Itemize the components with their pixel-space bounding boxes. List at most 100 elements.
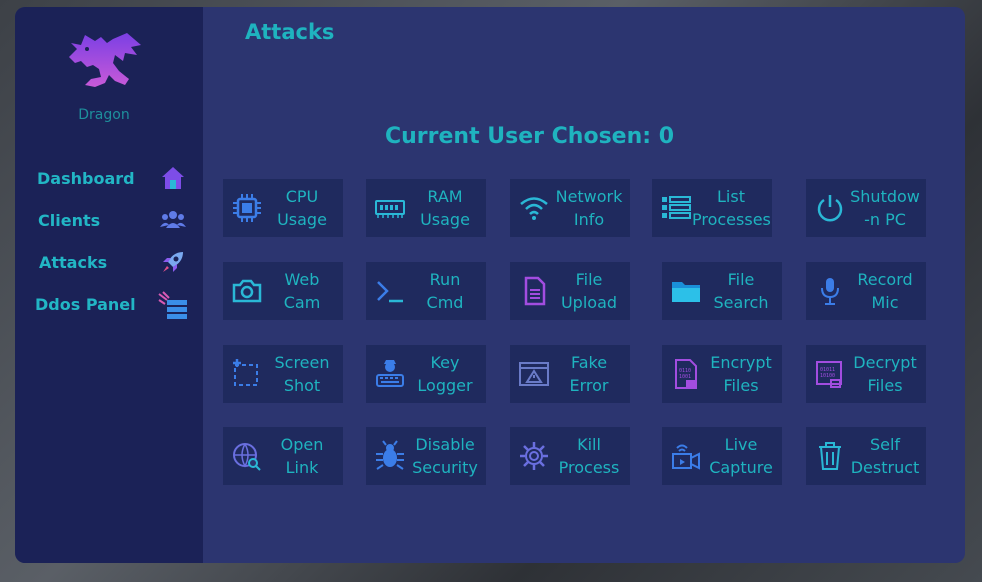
button-label-line2: Process (558, 458, 620, 477)
sidebar-item-dashboard[interactable]: Dashboard (15, 164, 203, 194)
sidebar-item-label: Clients (38, 211, 101, 230)
file-upload-button[interactable]: File Upload (510, 262, 630, 320)
button-label: Network Info (550, 185, 628, 231)
keylogger-icon (376, 360, 404, 387)
button-label-line2: -n PC (864, 210, 906, 229)
button-label: Decrypt Files (846, 351, 924, 397)
button-label-line1: Run (429, 270, 461, 289)
current-user-label: Current User Chosen: 0 (385, 124, 675, 149)
disable-security-button[interactable]: Disable Security (366, 427, 486, 485)
button-label: Shutdow -n PC (846, 185, 924, 231)
button-label-line1: Record (857, 270, 913, 289)
warning-window-icon (519, 362, 549, 386)
sidebar-item-label: Ddos Panel (35, 295, 136, 314)
button-label-line1: Encrypt (710, 353, 772, 372)
wifi-icon (520, 197, 548, 220)
button-label: Live Capture (702, 433, 780, 479)
svg-text:10100: 10100 (820, 373, 835, 379)
button-label-line2: Files (723, 376, 759, 395)
button-label: Run Cmd (406, 268, 484, 314)
button-label-line1: File (727, 270, 755, 289)
sidebar-item-label: Attacks (39, 253, 108, 272)
dragon-logo-icon (69, 33, 141, 87)
sidebar: Dragon Dashboard Clients Attacks Ddos Pa… (15, 7, 203, 563)
button-label-line2: Mic (871, 293, 899, 312)
page-title: Attacks (245, 20, 335, 44)
rocket-icon (163, 252, 183, 272)
button-label-line1: Open (280, 435, 324, 454)
self-destruct-button[interactable]: Self Destruct (806, 427, 926, 485)
video-camera-icon (672, 444, 700, 470)
button-label-line1: Disable (415, 435, 475, 454)
file-search-button[interactable]: File Search (662, 262, 782, 320)
button-label-line2: Info (573, 210, 605, 229)
button-label: File Search (702, 268, 780, 314)
button-label-line2: Link (285, 458, 319, 477)
button-label: Kill Process (550, 433, 628, 479)
network-info-button[interactable]: Network Info (510, 179, 630, 237)
file-icon (524, 276, 546, 306)
sidebar-item-attacks[interactable]: Attacks (15, 248, 203, 278)
button-label-line1: Fake (570, 353, 608, 372)
button-label-line1: Shutdow (850, 187, 920, 206)
button-label: Open Link (263, 433, 341, 479)
sidebar-item-ddos-panel[interactable]: Ddos Panel (15, 290, 203, 320)
globe-search-icon (233, 443, 261, 471)
power-icon (817, 195, 843, 222)
button-label: Screen Shot (263, 351, 341, 397)
screenshot-icon (233, 359, 258, 386)
fake-error-button[interactable]: Fake Error (510, 345, 630, 403)
button-label-line2: Logger (417, 376, 473, 395)
folder-icon (672, 282, 700, 302)
encrypt-files-button[interactable]: 0110 1001 Encrypt Files (662, 345, 782, 403)
decrypt-files-button[interactable]: 01011 10100 Decrypt Files (806, 345, 926, 403)
gear-icon (520, 442, 548, 470)
button-label-line2: Usage (420, 210, 470, 229)
trash-icon (819, 442, 841, 470)
button-label-line1: RAM (427, 187, 463, 206)
sidebar-item-label: Dashboard (37, 169, 135, 188)
open-link-button[interactable]: Open Link (223, 427, 343, 485)
ram-icon (375, 200, 405, 218)
button-label: Key Logger (406, 351, 484, 397)
cpu-usage-button[interactable]: CPU Usage (223, 179, 343, 237)
button-label: RAM Usage (406, 185, 484, 231)
button-label-line2: Cmd (426, 293, 464, 312)
button-label-line2: Files (867, 376, 903, 395)
run-cmd-button[interactable]: Run Cmd (366, 262, 486, 320)
home-icon (162, 167, 184, 189)
button-label-line1: Live (724, 435, 758, 454)
button-label-line1: Decrypt (853, 353, 917, 372)
app-name: Dragon (78, 107, 130, 123)
button-label-line1: CPU (285, 187, 319, 206)
ram-usage-button[interactable]: RAM Usage (366, 179, 486, 237)
bug-icon (376, 440, 404, 470)
web-cam-button[interactable]: Web Cam (223, 262, 343, 320)
button-label: Encrypt Files (702, 351, 780, 397)
list-processes-button[interactable]: List Processes (652, 179, 772, 237)
button-label-line2: Cam (283, 293, 321, 312)
terminal-icon (377, 281, 403, 303)
key-logger-button[interactable]: Key Logger (366, 345, 486, 403)
button-label-line1: Kill (577, 435, 601, 454)
sidebar-item-clients[interactable]: Clients (15, 206, 203, 236)
button-label-line2: Shot (283, 376, 321, 395)
microphone-icon (821, 278, 839, 305)
button-label: Disable Security (406, 433, 484, 479)
button-label-line1: Screen (274, 353, 330, 372)
button-label: Fake Error (550, 351, 628, 397)
button-label: Record Mic (846, 268, 924, 314)
shutdow-n-pc-button[interactable]: Shutdow -n PC (806, 179, 926, 237)
button-label-line1: File (575, 270, 603, 289)
button-label-line1: Key (430, 353, 460, 372)
live-capture-button[interactable]: Live Capture (662, 427, 782, 485)
list-icon (662, 196, 691, 219)
record-mic-button[interactable]: Record Mic (806, 262, 926, 320)
button-label-line2: Capture (709, 458, 773, 477)
kill-process-button[interactable]: Kill Process (510, 427, 630, 485)
cpu-icon (233, 194, 261, 222)
screen-shot-button[interactable]: Screen Shot (223, 345, 343, 403)
button-label-line2: Error (569, 376, 609, 395)
button-label: File Upload (550, 268, 628, 314)
button-label: Self Destruct (846, 433, 924, 479)
